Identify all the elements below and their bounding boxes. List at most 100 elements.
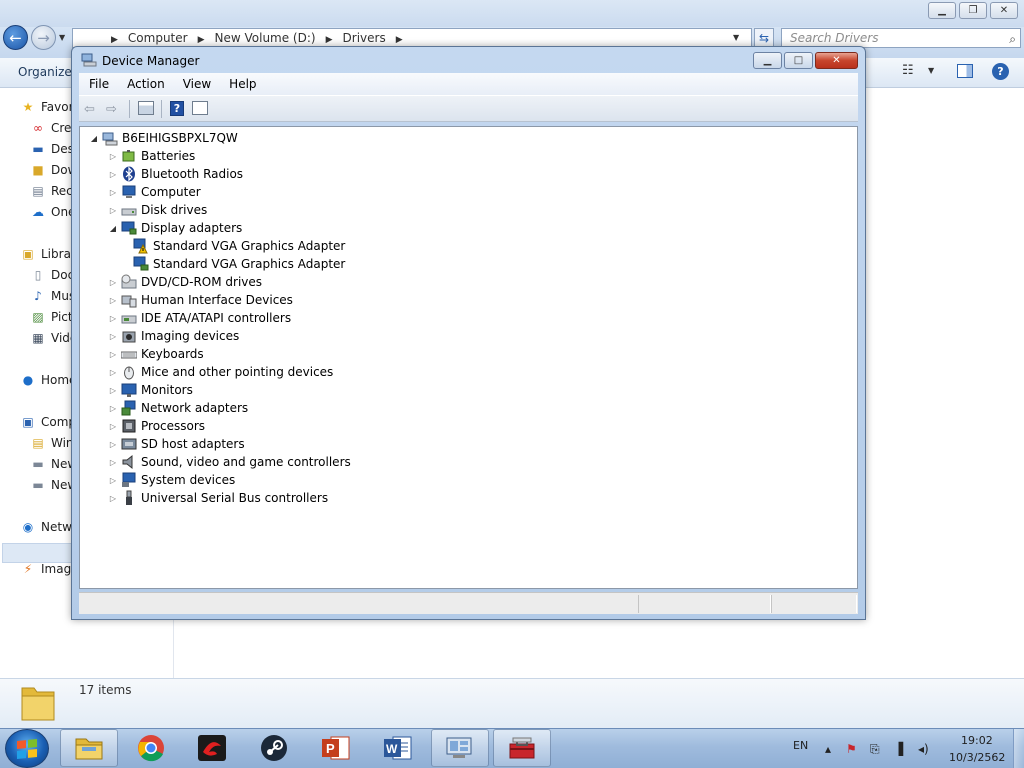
taskbar-powerpoint[interactable]: P	[307, 729, 365, 767]
taskbar-garena[interactable]	[183, 729, 241, 767]
tree-item-monitors[interactable]: ▷ Monitors	[108, 381, 193, 399]
tree-item-mice[interactable]: ▷ Mice and other pointing devices	[108, 363, 333, 381]
preview-pane-icon[interactable]	[957, 64, 973, 78]
nav-libraries[interactable]: ▣ Libra	[20, 245, 71, 263]
tree-item-sd-host[interactable]: ▷ SD host adapters	[108, 435, 245, 453]
tree-item-usb[interactable]: ▷ Universal Serial Bus controllers	[108, 489, 328, 507]
minimize-button[interactable]: ▁	[753, 52, 782, 69]
taskbar-explorer[interactable]	[60, 729, 118, 767]
view-options-dropdown[interactable]: ▼	[928, 66, 934, 75]
expand-arrow-icon[interactable]: ▷	[108, 350, 118, 359]
expand-arrow-icon[interactable]: ▷	[108, 494, 118, 503]
explorer-minimize-button[interactable]: ▁	[928, 2, 956, 19]
expand-arrow-icon[interactable]: ▷	[108, 296, 118, 305]
help-icon[interactable]: ?	[170, 101, 184, 116]
expand-arrow-icon[interactable]: ▷	[108, 278, 118, 287]
taskbar-toolbox[interactable]	[493, 729, 551, 767]
recent-pages-dropdown[interactable]: ▼	[59, 33, 65, 42]
taskbar-steam[interactable]	[245, 729, 303, 767]
start-button[interactable]	[5, 729, 49, 768]
nav-onedrive[interactable]: ☁ One	[30, 203, 75, 221]
breadcrumb-separator[interactable]: ▶	[198, 35, 205, 45]
tree-item-network-adapters[interactable]: ▷ Network adapters	[108, 399, 248, 417]
tree-item-imaging-devices[interactable]: ▷ Imaging devices	[108, 327, 239, 345]
input-language[interactable]: EN	[793, 739, 808, 752]
collapse-arrow-icon[interactable]: ◢	[108, 224, 118, 233]
tree-item-processors[interactable]: ▷ Processors	[108, 417, 205, 435]
search-input[interactable]: Search Drivers ⌕	[781, 28, 1021, 48]
nav-homegroup[interactable]: ● Home	[20, 371, 77, 389]
breadcrumb-drivers[interactable]: Drivers	[343, 31, 386, 45]
expand-arrow-icon[interactable]: ▷	[108, 152, 118, 161]
clock-date[interactable]: 10/3/2562	[949, 751, 1005, 764]
menu-view[interactable]: View	[174, 77, 220, 91]
expand-arrow-icon[interactable]: ▷	[108, 404, 118, 413]
nav-image[interactable]: ⚡ Image	[20, 560, 79, 578]
forward-icon[interactable]: ⇨	[106, 101, 117, 117]
breadcrumb-separator[interactable]: ▶	[326, 35, 333, 45]
tree-item-display-adapters[interactable]: ◢ Display adapters	[108, 219, 242, 237]
nav-documents[interactable]: ▯ Doc	[30, 266, 75, 284]
back-button[interactable]: ←	[3, 25, 28, 50]
nav-computer[interactable]: ▣ Comp	[20, 413, 76, 431]
forward-button[interactable]: →	[31, 25, 56, 50]
nav-pictures[interactable]: ▨ Pict	[30, 308, 72, 326]
tree-item-disk-drives[interactable]: ▷ Disk drives	[108, 201, 207, 219]
expand-arrow-icon[interactable]: ▷	[108, 188, 118, 197]
taskbar-chrome[interactable]	[122, 729, 180, 767]
clock-time[interactable]: 19:02	[961, 734, 993, 747]
nav-windows-drive[interactable]: ▤ Win	[30, 434, 73, 452]
menu-help[interactable]: Help	[220, 77, 265, 91]
tree-item-batteries[interactable]: ▷ Batteries	[108, 147, 195, 165]
expand-arrow-icon[interactable]: ▷	[108, 170, 118, 179]
expand-arrow-icon[interactable]: ▷	[108, 314, 118, 323]
power-plug-icon[interactable]: ⎘	[870, 742, 880, 757]
volume-icon[interactable]: ◂)	[918, 742, 929, 756]
address-dropdown[interactable]: ▼	[733, 33, 739, 42]
expand-arrow-icon[interactable]: ▷	[108, 386, 118, 395]
tree-item-vga-adapter-2[interactable]: Standard VGA Graphics Adapter	[130, 255, 345, 273]
tree-item-hid[interactable]: ▷ Human Interface Devices	[108, 291, 293, 309]
tree-item-bluetooth[interactable]: ▷ Bluetooth Radios	[108, 165, 243, 183]
show-hidden-icons-icon[interactable]: ▴	[825, 742, 831, 756]
close-button[interactable]: ✕	[815, 52, 858, 69]
address-field[interactable]: ▶ Computer ▶ New Volume (D:) ▶ Drivers ▶	[72, 28, 752, 48]
breadcrumb-separator[interactable]: ▶	[396, 35, 403, 45]
breadcrumb-computer[interactable]: Computer	[128, 31, 188, 45]
taskbar-device-manager[interactable]	[431, 729, 489, 767]
tree-item-system-devices[interactable]: ▷ System devices	[108, 471, 235, 489]
taskbar-word[interactable]: W	[369, 729, 427, 767]
nav-desktop[interactable]: ▬ Des	[30, 140, 74, 158]
collapse-arrow-icon[interactable]: ◢	[89, 134, 99, 143]
nav-recent[interactable]: ▤ Rec	[30, 182, 72, 200]
nav-favorites[interactable]: ★ Favor	[20, 98, 74, 116]
expand-arrow-icon[interactable]: ▷	[108, 440, 118, 449]
properties-icon[interactable]	[138, 101, 154, 115]
expand-arrow-icon[interactable]: ▷	[108, 368, 118, 377]
maximize-button[interactable]: □	[784, 52, 813, 69]
tree-item-dvd-drives[interactable]: ▷ DVD/CD-ROM drives	[108, 273, 262, 291]
tree-item-keyboards[interactable]: ▷ Keyboards	[108, 345, 204, 363]
back-icon[interactable]: ⇦	[84, 101, 95, 117]
tree-item-computer[interactable]: ▷ Computer	[108, 183, 201, 201]
expand-arrow-icon[interactable]: ▷	[108, 458, 118, 467]
network-signal-icon[interactable]: ▐	[894, 742, 903, 756]
tree-item-vga-adapter-1[interactable]: Standard VGA Graphics Adapter	[130, 237, 345, 255]
breadcrumb-new-volume[interactable]: New Volume (D:)	[215, 31, 316, 45]
explorer-restore-button[interactable]: ❐	[959, 2, 987, 19]
refresh-button[interactable]: ⇆	[754, 28, 774, 48]
expand-arrow-icon[interactable]: ▷	[108, 332, 118, 341]
nav-network[interactable]: ◉ Netw	[20, 518, 72, 536]
scan-hardware-icon[interactable]	[192, 101, 208, 115]
expand-arrow-icon[interactable]: ▷	[108, 422, 118, 431]
expand-arrow-icon[interactable]: ▷	[108, 206, 118, 215]
menu-file[interactable]: File	[79, 77, 118, 91]
tree-item-ide-controllers[interactable]: ▷ IDE ATA/ATAPI controllers	[108, 309, 291, 327]
change-view-icon[interactable]: ☷	[902, 63, 914, 78]
show-desktop-button[interactable]	[1013, 729, 1024, 768]
nav-music[interactable]: ♪ Mus	[30, 287, 75, 305]
organize-button[interactable]: Organize	[18, 65, 72, 79]
action-center-flag-icon[interactable]: ⚑	[846, 742, 857, 756]
menu-action[interactable]: Action	[118, 77, 174, 91]
help-icon[interactable]: ?	[992, 63, 1009, 80]
